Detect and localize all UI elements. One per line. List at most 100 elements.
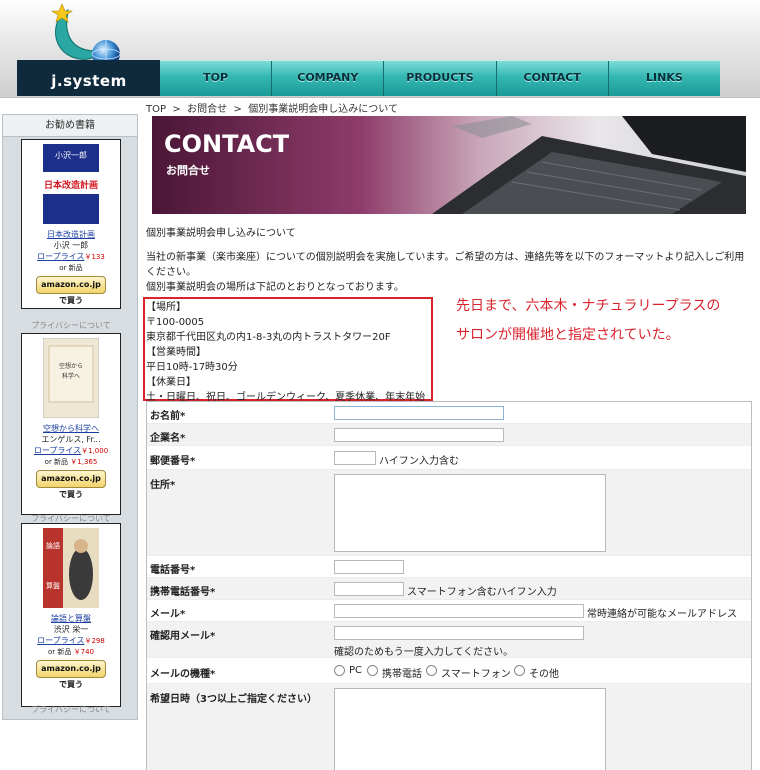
breadcrumb: TOP > お問合せ > 個別事業説明会申し込みについて xyxy=(146,100,398,115)
form-row-phone: 電話番号* xyxy=(147,556,751,578)
new-price: or 新品 ￥1,365 xyxy=(44,458,98,466)
form-row-address: 住所* xyxy=(147,470,751,556)
radio-other[interactable] xyxy=(514,665,525,676)
low-price-link[interactable]: ロープライス xyxy=(34,446,81,455)
dates-textarea[interactable] xyxy=(334,688,606,770)
zip-label: 郵便番号* xyxy=(150,456,196,467)
book-author: エンゲルス, Fr... xyxy=(41,435,101,444)
zip-hint: ハイフン入力含む xyxy=(379,456,459,467)
nav-links[interactable]: LINKS xyxy=(609,61,720,96)
book-cover-image[interactable]: 論語 算盤 xyxy=(43,528,99,608)
breadcrumb-inquiry[interactable]: お問合せ xyxy=(187,104,227,115)
name-input[interactable] xyxy=(334,406,504,420)
intro-heading: 個別事業説明会申し込みについて xyxy=(146,228,296,239)
low-price-link[interactable]: ロープライス xyxy=(37,636,84,645)
breadcrumb-sep: > xyxy=(172,104,181,115)
svg-text:論語: 論語 xyxy=(46,541,60,550)
svg-text:日本改造計画: 日本改造計画 xyxy=(44,179,98,191)
book-cover-image[interactable]: 空想から 科学へ xyxy=(42,337,100,419)
hours-label: 【営業時間】 xyxy=(146,347,206,358)
new-price: or 新品 xyxy=(59,264,83,272)
nav-company[interactable]: COMPANY xyxy=(272,61,385,96)
amazon-buy-button[interactable]: amazon.co.jp で買う xyxy=(36,660,106,689)
name-label: お名前* xyxy=(150,411,186,422)
amazon-buy-button[interactable]: amazon.co.jp で買う xyxy=(36,276,106,305)
logo[interactable]: j.system xyxy=(17,60,161,96)
email-input[interactable] xyxy=(334,604,584,618)
main-nav: TOP COMPANY PRODUCTS CONTACT LINKS xyxy=(160,60,720,96)
book-author: 小沢 一郎 xyxy=(53,241,89,250)
red-annotation: 先日まで、六本木・ナチュラリープラスの サロンが開催地と指定されていた。 xyxy=(456,292,720,350)
address-textarea[interactable] xyxy=(334,474,606,552)
svg-text:小沢一郎: 小沢一郎 xyxy=(55,150,87,160)
device-label: メールの機種* xyxy=(150,669,216,680)
book-author: 渋沢 栄一 xyxy=(53,625,89,634)
zip-input[interactable] xyxy=(334,451,376,465)
form-row-email-confirm: 確認用メール* 確認のためもう一度入力してください。 xyxy=(147,622,751,658)
radio-mobile[interactable] xyxy=(367,665,378,676)
address: 東京都千代田区丸の内1-8-3丸の内トラストタワー20F xyxy=(146,332,391,343)
nav-top[interactable]: TOP xyxy=(160,61,273,96)
form-row-email: メール* 常時連絡が可能なメールアドレス xyxy=(147,600,751,622)
nav-contact[interactable]: CONTACT xyxy=(497,61,609,96)
breadcrumb-sep: > xyxy=(233,104,242,115)
annotation-line: 先日まで、六本木・ナチュラリープラスの xyxy=(456,298,721,314)
email-confirm-label: 確認用メール* xyxy=(150,631,216,642)
privacy-link[interactable]: プライバシーについて xyxy=(3,704,139,715)
contact-form: お名前* 企業名* 郵便番号* ハイフン入力含む 住所* 電話番号* 携帯電話番… xyxy=(146,401,752,770)
mobile-input[interactable] xyxy=(334,582,404,596)
email-hint: 常時連絡が可能なメールアドレス xyxy=(587,609,737,620)
svg-text:科学へ: 科学へ xyxy=(62,372,80,380)
book-item: 空想から 科学へ 空想から科学へ エンゲルス, Fr... ロープライス￥1,0… xyxy=(21,333,121,515)
low-price-value: ￥1,000 xyxy=(81,447,109,455)
form-row-mobile: 携帯電話番号* スマートフォン含むハイフン入力 xyxy=(147,578,751,600)
holiday-label: 【休業日】 xyxy=(146,377,196,388)
book-cover-image[interactable]: 日本改造計画 小沢一郎 xyxy=(43,144,99,224)
form-row-company: 企業名* xyxy=(147,424,751,446)
book-title-link[interactable]: 日本改造計画 xyxy=(22,229,120,240)
laptop-image xyxy=(432,116,746,214)
book-title-link[interactable]: 論語と算盤 xyxy=(22,613,120,624)
phone-input[interactable] xyxy=(334,560,404,574)
new-price: or 新品 ￥740 xyxy=(48,648,94,656)
book-price: ロープライス￥298 xyxy=(22,635,120,647)
annotation-line: サロンが開催地と指定されていた。 xyxy=(456,327,680,343)
sidebar-recommended-books: お勧め書籍 日本改造計画 小沢一郎 日本改造計画 小沢 一郎 ロープライス￥13… xyxy=(2,114,138,720)
email-confirm-input[interactable] xyxy=(334,626,584,640)
email-confirm-hint: 確認のためもう一度入力してください。 xyxy=(334,647,514,658)
book-price: ロープライス￥133 xyxy=(22,251,120,263)
company-input[interactable] xyxy=(334,428,504,442)
place-label: 【場所】 xyxy=(146,302,186,313)
radio-label: 携帯電話 xyxy=(382,669,422,680)
site-header: j.system TOP COMPANY PRODUCTS CONTACT LI… xyxy=(0,0,760,98)
amazon-buy-button[interactable]: amazon.co.jp で買う xyxy=(36,470,106,499)
intro-paragraph: 当社の新事業（楽市楽座）についての個別説明会を実施しています。ご希望の方は、連絡… xyxy=(146,252,745,278)
form-row-device: メールの機種* PC 携帯電話 スマートフォン その他 xyxy=(147,658,751,684)
email-label: メール* xyxy=(150,609,186,620)
logo-text: j.system xyxy=(51,72,127,90)
low-price-link[interactable]: ロープライス xyxy=(37,252,84,261)
mobile-label: 携帯電話番号* xyxy=(150,587,216,598)
form-row-name: お名前* xyxy=(147,402,751,424)
contact-banner: CONTACT お問合せ xyxy=(152,116,746,214)
svg-text:空想から: 空想から xyxy=(59,362,83,370)
radio-smartphone[interactable] xyxy=(426,665,437,676)
breadcrumb-current: 個別事業説明会申し込みについて xyxy=(248,104,398,115)
nav-products[interactable]: PRODUCTS xyxy=(384,61,497,96)
address-label: 住所* xyxy=(150,480,176,491)
radio-label: スマートフォン xyxy=(441,669,511,680)
breadcrumb-top[interactable]: TOP xyxy=(146,104,166,115)
book-title-link[interactable]: 空想から科学へ xyxy=(22,423,120,434)
form-row-dates: 希望日時（3つ以上ご指定ください） xyxy=(147,684,751,770)
radio-label: その他 xyxy=(529,669,559,680)
device-radio-group: PC 携帯電話 スマートフォン その他 xyxy=(334,665,634,680)
hours: 平日10時-17時30分 xyxy=(146,362,238,373)
intro-section: 個別事業説明会申し込みについて 当社の新事業（楽市楽座）についての個別説明会を実… xyxy=(146,226,750,295)
privacy-link[interactable]: プライバシーについて xyxy=(3,320,139,331)
postal-code: 〒100-0005 xyxy=(146,317,205,328)
dates-label: 希望日時（3つ以上ご指定ください） xyxy=(150,694,317,705)
book-item: 論語 算盤 論語と算盤 渋沢 栄一 ロープライス￥298 or 新品 ￥740 … xyxy=(21,523,121,707)
radio-pc[interactable] xyxy=(334,665,345,676)
low-price-value: ￥298 xyxy=(84,637,105,645)
svg-text:算盤: 算盤 xyxy=(46,581,60,590)
